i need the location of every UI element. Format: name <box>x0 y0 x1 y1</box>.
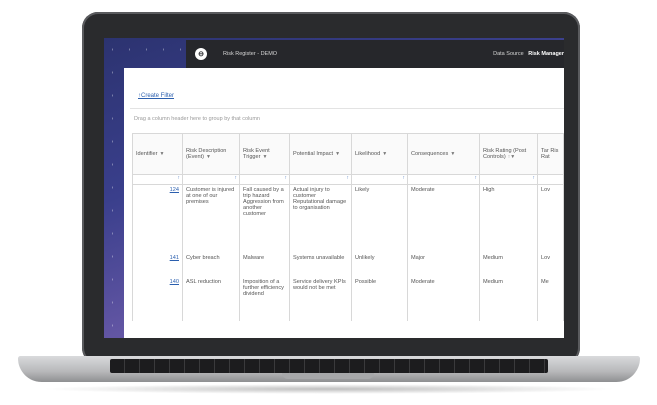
header-row: Identifier ▼ Risk Description (Event) ▼ Ri… <box>132 133 564 175</box>
table-cell: Unlikely <box>351 253 408 277</box>
table-cell: Service delivery KPIs would not be met <box>289 277 352 321</box>
filter-pin-icon[interactable]: ↑ <box>347 175 350 181</box>
table-cell: Possible <box>351 277 408 321</box>
table-cell: Likely <box>351 184 408 253</box>
app-title: Risk Register - DEMO <box>223 51 278 57</box>
table-cell: ASL reduction <box>182 277 240 321</box>
table-cell: Moderate <box>407 277 480 321</box>
column-filter-cell[interactable]: ↑ <box>289 174 352 185</box>
table-cell: Systems unavailable <box>289 253 352 277</box>
laptop-shadow <box>40 384 618 394</box>
identifier-link[interactable]: 140 <box>132 277 183 321</box>
filter-row: ↑ ↑ ↑ ↑ ↑ ↑ ↑ <box>132 174 564 185</box>
identifier-link[interactable]: 124 <box>132 184 183 253</box>
column-filter-cell[interactable]: ↑ <box>351 174 408 185</box>
filter-pin-icon[interactable]: ↑ <box>533 175 536 181</box>
filter-pin-icon[interactable]: ↑ <box>285 175 288 181</box>
column-header-label: Risk Rating (Post Controls) <box>483 148 527 160</box>
app-topbar: ⊖ Risk Register - DEMO Data Source Risk … <box>186 40 564 68</box>
table-cell: Cyber breach <box>182 253 240 277</box>
table-cell: Lov <box>537 184 564 253</box>
table-cell: Lov <box>537 253 564 277</box>
create-filter-label: Create Filter <box>141 93 175 99</box>
column-filter-cell[interactable]: ↑ <box>132 174 183 185</box>
table-cell: Medium <box>479 253 538 277</box>
sort-arrow-icon[interactable]: ↑▼ <box>508 154 515 160</box>
filter-funnel-icon[interactable]: ▼ <box>382 151 387 157</box>
column-header[interactable]: Risk Rating (Post Controls) ↑▼ <box>479 133 538 175</box>
column-header[interactable]: Identifier ▼ <box>132 133 183 175</box>
laptop-screen: ⊖ Risk Register - DEMO Data Source Risk … <box>104 38 564 338</box>
column-filter-cell[interactable]: ↑ <box>239 174 290 185</box>
data-source-value[interactable]: Risk Manager <box>528 51 564 57</box>
column-header-label: Tar Ris Rat <box>541 148 559 160</box>
table-cell: Major <box>407 253 480 277</box>
column-header-label: Consequences <box>411 151 449 157</box>
table-cell: Medium <box>479 277 538 321</box>
app-logo-icon[interactable]: ⊖ <box>195 48 207 60</box>
create-filter-link[interactable]: ↑Create Filter <box>138 93 174 99</box>
risk-table: Identifier ▼ Risk Description (Event) ▼ Ri… <box>132 133 564 321</box>
column-header-label: Likelihood <box>355 151 381 157</box>
table-cell: Fall caused by a trip hazard Aggression … <box>239 184 290 253</box>
table-row[interactable]: 140 ASL reduction Imposition of a furthe… <box>132 277 564 321</box>
table-cell: Malware <box>239 253 290 277</box>
table-cell: Imposition of a further efficiency divid… <box>239 277 290 321</box>
column-header[interactable]: Consequences ▼ <box>407 133 480 175</box>
table-cell: Moderate <box>407 184 480 253</box>
identifier-link[interactable]: 141 <box>132 253 183 277</box>
table-row[interactable]: 124 Customer is injured at one of our pr… <box>132 184 564 253</box>
filter-funnel-icon[interactable]: ▼ <box>206 154 211 160</box>
data-source: Data Source Risk Manager <box>493 51 564 57</box>
column-header-label: Identifier <box>136 151 158 157</box>
table-row[interactable]: 141 Cyber breach Malware Systems unavail… <box>132 253 564 277</box>
table-cell: Me <box>537 277 564 321</box>
column-header[interactable]: Likelihood ▼ <box>351 133 408 175</box>
filter-pin-icon[interactable]: ↑ <box>403 175 406 181</box>
filter-funnel-icon[interactable]: ▼ <box>335 151 340 157</box>
filter-funnel-icon[interactable]: ▼ <box>450 151 455 157</box>
data-source-label: Data Source <box>493 51 524 57</box>
table-cell: Customer is injured at one of our premis… <box>182 184 240 253</box>
filter-pin-icon[interactable]: ↑ <box>235 175 238 181</box>
column-header[interactable]: Risk Event Trigger ▼ <box>239 133 290 175</box>
filter-pin-icon[interactable]: ↑ <box>178 175 181 181</box>
column-filter-cell[interactable]: ↑ <box>407 174 480 185</box>
column-filter-cell[interactable] <box>537 174 564 185</box>
grid-panel: ↑Create Filter Drag a column header here… <box>124 68 564 338</box>
filter-funnel-icon[interactable]: ▼ <box>263 154 268 160</box>
column-filter-cell[interactable]: ↑ <box>182 174 240 185</box>
column-filter-cell[interactable]: ↑ <box>479 174 538 185</box>
group-by-hint: Drag a column header here to group by th… <box>134 116 260 122</box>
column-header[interactable]: Risk Description (Event) ▼ <box>182 133 240 175</box>
column-header-label: Potential Impact <box>293 151 334 157</box>
keyboard <box>110 359 548 373</box>
column-header[interactable]: Potential Impact ▼ <box>289 133 352 175</box>
table-cell: Actual injury to customer Reputational d… <box>289 184 352 253</box>
table-cell: High <box>479 184 538 253</box>
column-header[interactable]: Tar Ris Rat <box>537 133 564 175</box>
divider <box>130 108 564 109</box>
lid-notch <box>282 373 374 379</box>
filter-pin-icon[interactable]: ↑ <box>475 175 478 181</box>
filter-funnel-icon[interactable]: ▼ <box>159 151 164 157</box>
